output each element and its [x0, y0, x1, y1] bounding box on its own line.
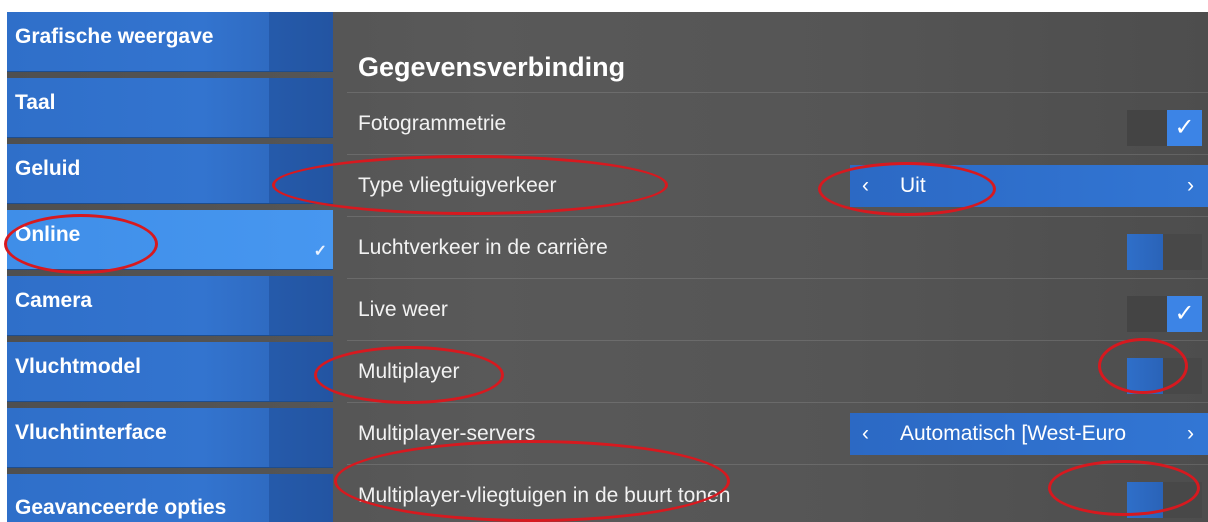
chevron-right-icon[interactable]: ›: [1187, 174, 1194, 198]
photogrammetry-checkbox[interactable]: ✓: [1127, 110, 1202, 146]
checkbox-track: [1127, 110, 1167, 146]
sidebar-item-label: Grafische weergave: [15, 25, 214, 48]
chevron-left-icon[interactable]: ‹: [862, 422, 869, 446]
sidebar-item-online[interactable]: Online ✓: [7, 210, 333, 270]
sidebar-item-camera[interactable]: Camera: [7, 276, 333, 336]
setting-row-photogrammetry: Fotogrammetrie ✓: [347, 92, 1208, 155]
setting-label: Multiplayer-vliegtuigen in de buurt tone…: [358, 484, 731, 507]
setting-label: Live weer: [358, 298, 448, 321]
selector-value: Automatisch [West-Euro: [900, 422, 1127, 445]
check-icon: ✓: [313, 243, 327, 260]
sidebar-item-label: Vluchtinterface: [15, 421, 167, 444]
multiplayer-servers-selector[interactable]: ‹ Automatisch [West-Euro ›: [850, 413, 1208, 455]
setting-row-air-traffic-type: Type vliegtuigverkeer ‹ Uit ›: [347, 154, 1208, 217]
career-traffic-toggle[interactable]: [1127, 234, 1202, 270]
setting-label: Luchtverkeer in de carrière: [358, 236, 608, 259]
check-icon: ✓: [1167, 110, 1202, 146]
sidebar-item-label: Camera: [15, 289, 93, 312]
sidebar: Grafische weergave Taal Geluid Online ✓ …: [7, 12, 333, 522]
sidebar-item-flight-model[interactable]: Vluchtmodel: [7, 342, 333, 402]
settings-panel: Gegevensverbinding Fotogrammetrie ✓ Type…: [333, 12, 1208, 522]
sidebar-item-label: Online: [15, 223, 81, 246]
selector-value: Uit: [900, 174, 926, 197]
sidebar-item-language[interactable]: Taal: [7, 78, 333, 138]
item-shade: [269, 12, 333, 71]
setting-label: Multiplayer: [358, 360, 460, 383]
multiplayer-toggle[interactable]: [1127, 358, 1202, 394]
item-shade: [269, 276, 333, 335]
item-shade: [269, 408, 333, 467]
item-shade: [269, 342, 333, 401]
sidebar-item-label: Geluid: [15, 157, 81, 180]
toggle-knob: [1127, 482, 1163, 518]
page-title: Gegevensverbinding: [358, 52, 626, 82]
item-shade: [269, 78, 333, 137]
settings-window: Grafische weergave Taal Geluid Online ✓ …: [7, 12, 1208, 522]
setting-row-career-traffic: Luchtverkeer in de carrière: [347, 216, 1208, 279]
check-icon: ✓: [1167, 296, 1202, 332]
live-weather-checkbox[interactable]: ✓: [1127, 296, 1202, 332]
sidebar-item-label: Geavanceerde opties: [15, 496, 227, 519]
sidebar-item-advanced[interactable]: Geavanceerde opties: [7, 474, 333, 522]
item-shade: [269, 144, 333, 203]
sidebar-item-flight-interface[interactable]: Vluchtinterface: [7, 408, 333, 468]
setting-row-show-nearby-multiplayer: Multiplayer-vliegtuigen in de buurt tone…: [347, 464, 1208, 522]
sidebar-item-label: Vluchtmodel: [15, 355, 142, 378]
checkbox-track: [1127, 296, 1167, 332]
sidebar-item-label: Taal: [15, 91, 56, 114]
chevron-left-icon[interactable]: ‹: [862, 174, 869, 198]
setting-row-multiplayer: Multiplayer: [347, 340, 1208, 403]
setting-row-multiplayer-servers: Multiplayer-servers ‹ Automatisch [West-…: [347, 402, 1208, 465]
setting-row-live-weather: Live weer ✓: [347, 278, 1208, 341]
chevron-right-icon[interactable]: ›: [1187, 422, 1194, 446]
setting-label: Fotogrammetrie: [358, 112, 507, 135]
setting-label: Multiplayer-servers: [358, 422, 536, 445]
setting-label: Type vliegtuigverkeer: [358, 174, 557, 197]
air-traffic-type-selector[interactable]: ‹ Uit ›: [850, 165, 1208, 207]
item-shade: [269, 474, 333, 522]
sidebar-item-graphics[interactable]: Grafische weergave: [7, 12, 333, 72]
show-nearby-multiplayer-toggle[interactable]: [1127, 482, 1202, 518]
sidebar-item-sound[interactable]: Geluid: [7, 144, 333, 204]
toggle-knob: [1127, 234, 1163, 270]
toggle-knob: [1127, 358, 1163, 394]
